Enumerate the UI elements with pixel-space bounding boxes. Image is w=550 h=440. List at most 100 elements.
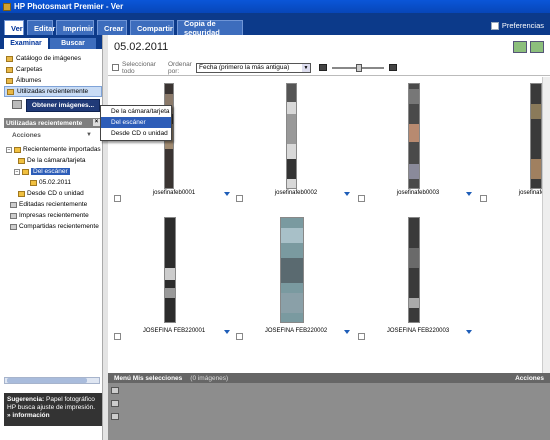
actions-label: Acciones — [12, 132, 41, 139]
tree-item-label: Compartidas recientemente — [19, 223, 99, 230]
scrollbar-thumb[interactable] — [7, 378, 87, 383]
menu-item-cd[interactable]: Desde CD o unidad — [101, 128, 171, 139]
collapse-icon[interactable]: − — [6, 146, 12, 153]
nav-item-catalogo[interactable]: Catálogo de imágenes — [4, 53, 102, 64]
thumbnail-checkbox[interactable] — [358, 333, 365, 340]
tray-icons — [111, 387, 119, 420]
left-horizontal-scrollbar[interactable] — [4, 377, 100, 384]
menu-item-camara[interactable]: De la cámara/tarjeta — [101, 106, 171, 117]
tree-item-cd[interactable]: Desde CD o unidad — [6, 188, 102, 199]
nav-item-recientes[interactable]: Utilizadas recientemente — [4, 86, 102, 97]
vertical-scrollbar[interactable] — [542, 77, 550, 373]
content-toolbar: Seleccionar todo Ordenar por: Fecha (pri… — [108, 60, 550, 76]
thumbnail-label: JOSEFINA FEB220003 — [386, 328, 450, 334]
zoom-slider[interactable] — [332, 63, 384, 72]
preferences-label: Preferencias — [501, 21, 544, 30]
tree-item-recientemente-importadas[interactable]: − Recientemente importadas — [6, 144, 102, 155]
tab-examinar[interactable]: Examinar — [4, 38, 48, 49]
thumbnail-image[interactable] — [164, 217, 176, 323]
thumbnail-label: JOSEFINA FEB220001 — [142, 328, 206, 334]
tree-item-impresas[interactable]: Impresas recientemente — [6, 210, 102, 221]
thumbnail-menu-icon[interactable] — [344, 192, 350, 196]
thumbnail-image[interactable] — [408, 83, 420, 189]
nav-item-label: Catálogo de imágenes — [16, 55, 82, 62]
tab-buscar[interactable]: Buscar — [50, 38, 96, 49]
thumbnail-grid: josefinafeb0001 josefinafeb0002 josefina… — [108, 77, 550, 373]
nav-item-albumes[interactable]: Álbumes — [4, 75, 102, 86]
nav-item-label: Utilizadas recientemente — [17, 88, 89, 95]
tree-item-editadas[interactable]: Editadas recientemente — [6, 199, 102, 210]
thumbnail-menu-icon[interactable] — [466, 330, 472, 334]
zoom-large-icon[interactable] — [389, 64, 397, 71]
left-pane: Examinar Buscar Catálogo de imágenes Car… — [0, 35, 106, 440]
thumbnail-image[interactable] — [286, 83, 297, 189]
folder-icon — [6, 66, 13, 73]
thumbnail-checkbox[interactable] — [358, 195, 365, 202]
title-bar: HP Photosmart Premier - Ver — [0, 0, 550, 13]
recent-icon — [7, 88, 14, 95]
left-subtab-bar: Examinar Buscar — [0, 35, 106, 49]
preferences-icon — [490, 21, 499, 30]
tip-link[interactable]: » información — [7, 412, 50, 419]
tree-item-compartidas[interactable]: Compartidas recientemente — [6, 221, 102, 232]
tree-item-label: Del escáner — [31, 168, 70, 175]
tray-remove-icon[interactable] — [111, 400, 119, 407]
chevron-down-icon: ▼ — [86, 132, 92, 138]
tray-clear-icon[interactable] — [111, 413, 119, 420]
thumbnail-image[interactable] — [280, 217, 304, 323]
tab-crear[interactable]: Crear — [97, 20, 127, 35]
thumbnail-checkbox[interactable] — [236, 195, 243, 202]
close-icon[interactable]: × — [93, 119, 100, 126]
tree-item-escaner[interactable]: − Del escáner — [6, 166, 102, 177]
cd-icon — [18, 190, 25, 197]
zoom-small-icon[interactable] — [319, 64, 327, 71]
tray-add-icon[interactable] — [111, 387, 119, 394]
thumbnail-image[interactable] — [408, 217, 420, 323]
thumbnail-checkbox[interactable] — [114, 333, 121, 340]
thumbnail-checkbox[interactable] — [480, 195, 487, 202]
tab-copia-de-seguridad[interactable]: Copia de seguridad — [177, 19, 243, 37]
thumbnail-image[interactable] — [530, 83, 542, 189]
tab-compartir[interactable]: Compartir — [130, 20, 174, 35]
thumbnail-checkbox[interactable] — [236, 333, 243, 340]
actions-menu[interactable]: Acciones ▼ — [12, 132, 92, 139]
preferences-link[interactable]: Preferencias — [490, 21, 544, 30]
collapse-icon[interactable]: − — [14, 168, 20, 175]
album-icon — [6, 77, 13, 84]
get-images-button[interactable]: Obtener imágenes... — [26, 99, 100, 112]
recent-panel-title: Utilizadas recientemente — [6, 119, 83, 127]
recent-tree: − Recientemente importadas De la cámara/t… — [6, 144, 102, 232]
thumbnail-menu-icon[interactable] — [344, 330, 350, 334]
get-images-menu: De la cámara/tarjeta Del escáner Desde C… — [100, 105, 172, 141]
tab-imprimir[interactable]: Imprimir — [56, 20, 94, 35]
zoom-slider-knob[interactable] — [356, 63, 362, 72]
recent-panel-header: Utilizadas recientemente × — [4, 118, 102, 128]
nav-item-label: Carpetas — [16, 66, 43, 73]
select-all-checkbox[interactable] — [112, 64, 119, 71]
page-title: 05.02.2011 — [114, 41, 169, 53]
tab-ver[interactable]: Ver — [4, 20, 24, 35]
view-icons — [513, 41, 544, 53]
thumbnail-menu-icon[interactable] — [224, 192, 230, 196]
thumbnail-menu-icon[interactable] — [466, 192, 472, 196]
select-all-label: Seleccionar todo — [122, 60, 156, 75]
tab-editar[interactable]: Editar — [27, 20, 55, 35]
thumbnail-menu-icon[interactable] — [224, 330, 230, 334]
tree-item-label: Desde CD o unidad — [27, 190, 84, 197]
tree-item-date[interactable]: 05.02.2011 — [6, 177, 102, 188]
sort-select[interactable]: Fecha (primero la más antigua) ▼ — [196, 62, 311, 73]
import-icon — [14, 146, 21, 153]
nav-item-carpetas[interactable]: Carpetas — [4, 64, 102, 75]
thumbnail-label: JOSEFINA FEB220002 — [264, 328, 328, 334]
tip-box: Sugerencia: Papel fotográfico HP busca a… — [4, 393, 102, 426]
grid-view-icon[interactable] — [513, 41, 527, 53]
tray-actions-button[interactable]: Acciones — [515, 375, 544, 382]
folder-icon — [30, 179, 37, 186]
thumbnail-checkbox[interactable] — [114, 195, 121, 202]
tray-title[interactable]: Menú Mis selecciones — [114, 375, 182, 382]
menu-item-escaner[interactable]: Del escáner — [101, 117, 171, 128]
camera-folder-icon — [18, 157, 25, 164]
tree-item-camara[interactable]: De la cámara/tarjeta — [6, 155, 102, 166]
single-view-icon[interactable] — [530, 41, 544, 53]
nav-item-label: Álbumes — [16, 77, 42, 84]
